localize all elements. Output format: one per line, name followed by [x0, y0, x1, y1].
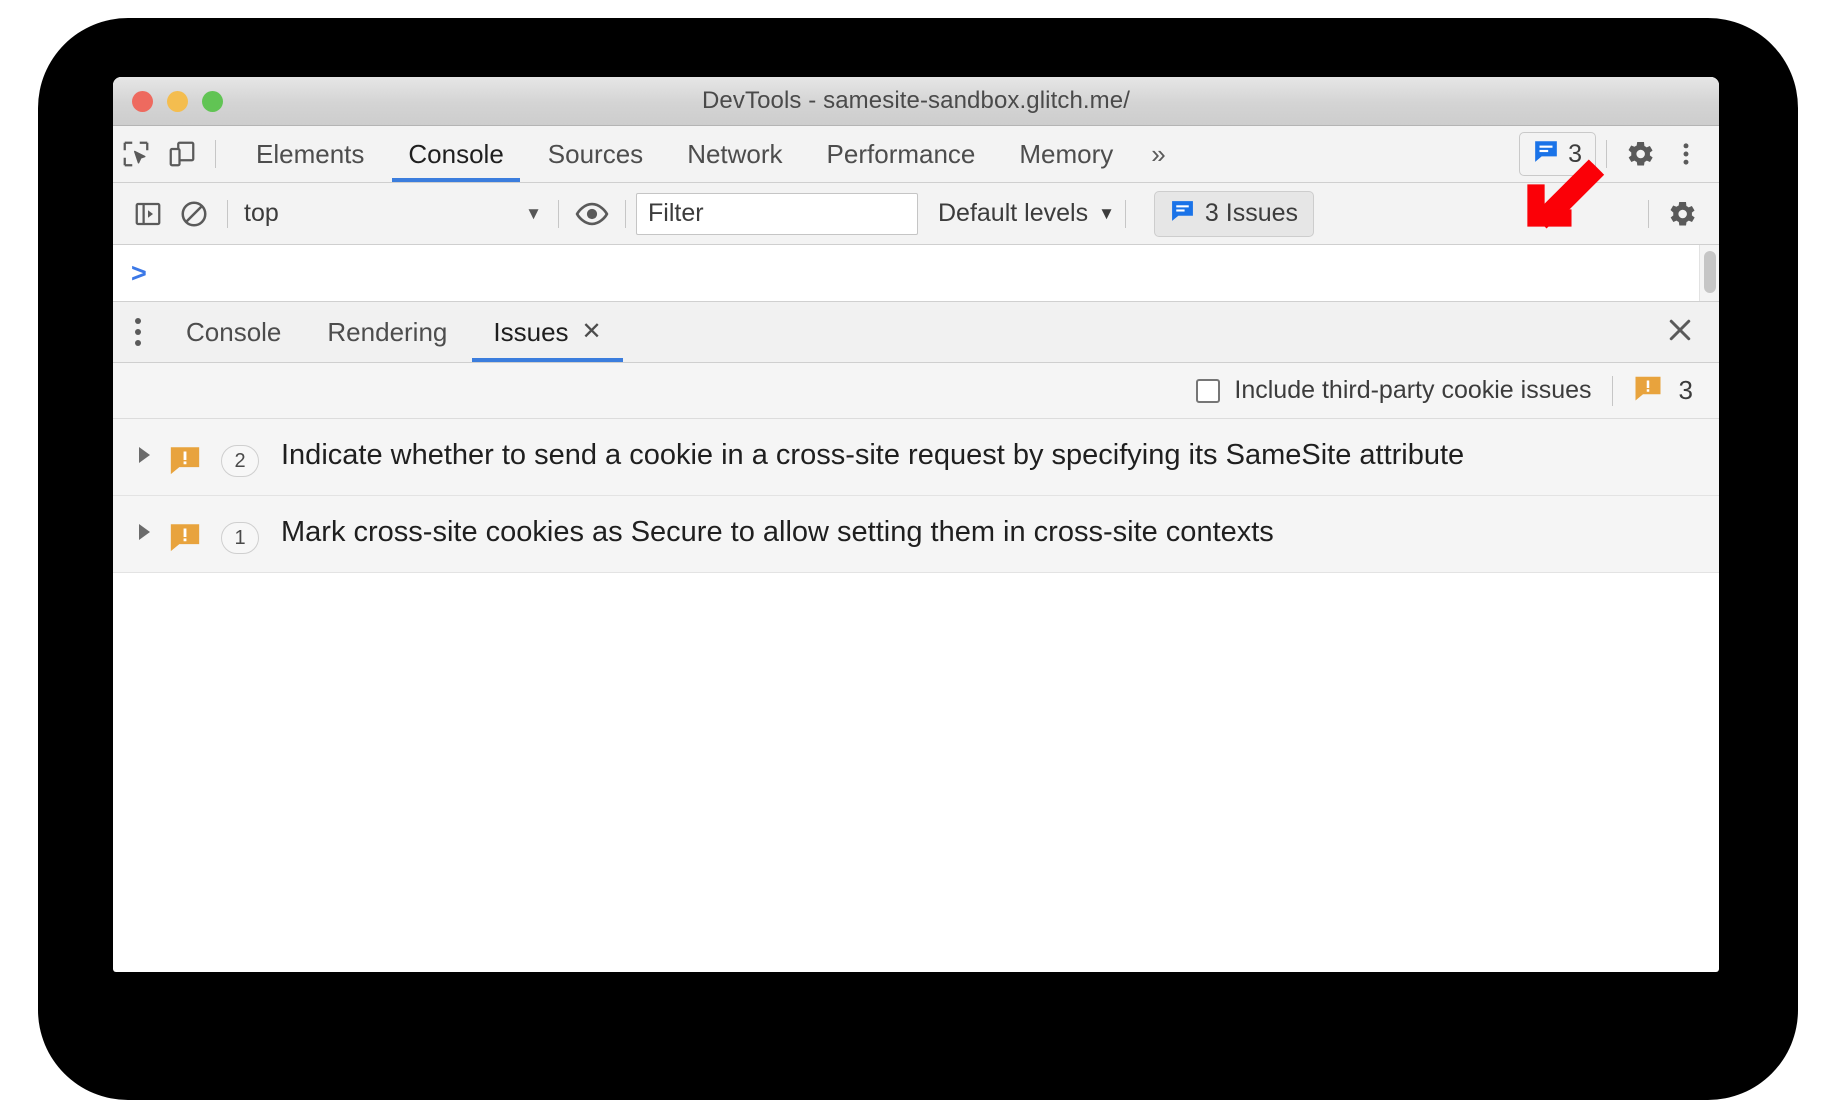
drawer-tab-rendering-label: Rendering — [327, 316, 448, 347]
inspect-element-icon[interactable] — [113, 131, 159, 177]
tab-network-label: Network — [687, 138, 783, 169]
issues-panel-toolbar: Include third-party cookie issues 3 — [113, 363, 1719, 419]
gear-icon[interactable] — [1659, 191, 1705, 237]
console-toolbar-divider-1 — [227, 199, 228, 228]
tab-elements-label: Elements — [256, 138, 365, 169]
devtools-main-toolbar: Elements Console Sources Network Perform… — [113, 126, 1719, 183]
execution-context-value: top — [244, 199, 279, 227]
tab-sources-label: Sources — [547, 138, 644, 169]
issue-title: Indicate whether to send a cookie in a c… — [281, 439, 1465, 471]
tab-console-label: Console — [408, 138, 504, 169]
issues-counter-chip[interactable]: 3 — [1519, 132, 1596, 176]
console-toolbar: top ▼ Default levels ▼ — [113, 183, 1719, 245]
tab-elements[interactable]: Elements — [234, 126, 386, 182]
table-row[interactable]: 1 Mark cross-site cookies as Secure to a… — [113, 496, 1719, 573]
issue-occurrence-badge: 2 — [209, 437, 271, 477]
console-sidebar-icon[interactable] — [125, 191, 171, 237]
log-levels-selector[interactable]: Default levels ▼ — [938, 199, 1115, 228]
console-toolbar-divider-4 — [1124, 199, 1126, 228]
kebab-menu-icon[interactable] — [1663, 131, 1709, 177]
window-title: DevTools - samesite-sandbox.glitch.me/ — [702, 87, 1130, 114]
expand-issue-icon[interactable] — [127, 437, 161, 463]
close-icon[interactable]: ✕ — [582, 320, 602, 344]
drawer-tab-rendering[interactable]: Rendering — [304, 302, 470, 362]
live-expression-icon[interactable] — [569, 191, 615, 237]
issues-button-label: 3 Issues — [1204, 199, 1299, 227]
expand-issue-icon[interactable] — [127, 514, 161, 540]
third-party-cookie-label: Include third-party cookie issues — [1234, 376, 1592, 404]
console-scrollbar[interactable] — [1699, 245, 1719, 301]
main-toolbar-right: 3 — [1519, 131, 1719, 177]
gear-icon[interactable] — [1617, 131, 1663, 177]
drawer-tab-console[interactable]: Console — [163, 302, 304, 362]
log-levels-label: Default levels — [938, 199, 1089, 227]
console-message-area[interactable]: > — [113, 245, 1719, 302]
screenshot-root: DevTools - samesite-sandbox.glitch.me/ E… — [0, 0, 1836, 1118]
issue-occurrence-count: 1 — [221, 522, 259, 554]
console-prompt-icon: > — [131, 257, 147, 288]
console-toolbar-divider-5 — [1648, 199, 1649, 228]
toolbar-divider — [215, 140, 216, 168]
console-scrollbar-thumb[interactable] — [1704, 251, 1716, 293]
clear-console-icon[interactable] — [171, 191, 217, 237]
issue-title: Mark cross-site cookies as Secure to all… — [281, 516, 1274, 548]
drawer-tab-bar: Console Rendering Issues ✕ — [113, 302, 1719, 363]
issue-occurrence-badge: 1 — [209, 514, 271, 554]
issues-chip-count: 3 — [1568, 139, 1582, 168]
panel-tabs: Elements Console Sources Network Perform… — [234, 126, 1182, 182]
kebab-menu-icon[interactable] — [135, 318, 141, 346]
devtools-window: DevTools - samesite-sandbox.glitch.me/ E… — [113, 77, 1719, 972]
toolbar-divider-right — [1606, 140, 1607, 168]
issues-list: 2 Indicate whether to send a cookie in a… — [113, 419, 1719, 573]
tab-network[interactable]: Network — [665, 126, 804, 182]
console-toolbar-divider-3 — [625, 199, 626, 228]
window-title-bar: DevTools - samesite-sandbox.glitch.me/ — [113, 77, 1719, 126]
issues-total-count: 3 — [1678, 375, 1693, 405]
third-party-cookie-checkbox-row[interactable]: Include third-party cookie issues — [1196, 376, 1592, 405]
issue-occurrence-count: 2 — [221, 445, 259, 477]
drawer-tab-issues[interactable]: Issues ✕ — [470, 302, 624, 362]
close-drawer-button[interactable] — [1665, 315, 1695, 350]
filter-input[interactable] — [636, 192, 918, 235]
execution-context-selector[interactable]: top ▼ — [238, 193, 548, 235]
device-toolbar-icon[interactable] — [159, 131, 205, 177]
tab-console[interactable]: Console — [386, 126, 525, 182]
tab-performance-label: Performance — [826, 138, 976, 169]
tab-memory[interactable]: Memory — [997, 126, 1135, 182]
issues-button[interactable]: 3 Issues — [1153, 190, 1315, 237]
drawer-tab-issues-label: Issues — [493, 316, 569, 347]
issues-toolbar-divider — [1611, 375, 1613, 406]
drawer-tab-console-label: Console — [186, 316, 282, 347]
chevron-down-icon: ▼ — [525, 203, 542, 223]
console-toolbar-right — [1638, 191, 1719, 237]
tab-sources[interactable]: Sources — [526, 126, 665, 182]
issues-message-icon — [1170, 198, 1195, 230]
warning-message-icon — [161, 437, 209, 477]
tab-memory-label: Memory — [1019, 138, 1114, 169]
issues-message-icon — [1533, 138, 1559, 171]
warning-message-icon — [161, 514, 209, 554]
chevron-down-icon: ▼ — [1098, 203, 1115, 223]
tab-performance[interactable]: Performance — [805, 126, 998, 182]
console-toolbar-divider-2 — [558, 199, 559, 228]
warning-message-icon — [1633, 373, 1663, 408]
table-row[interactable]: 2 Indicate whether to send a cookie in a… — [113, 419, 1719, 496]
more-tabs-icon[interactable]: » — [1135, 139, 1181, 170]
third-party-cookie-checkbox[interactable] — [1196, 378, 1221, 403]
